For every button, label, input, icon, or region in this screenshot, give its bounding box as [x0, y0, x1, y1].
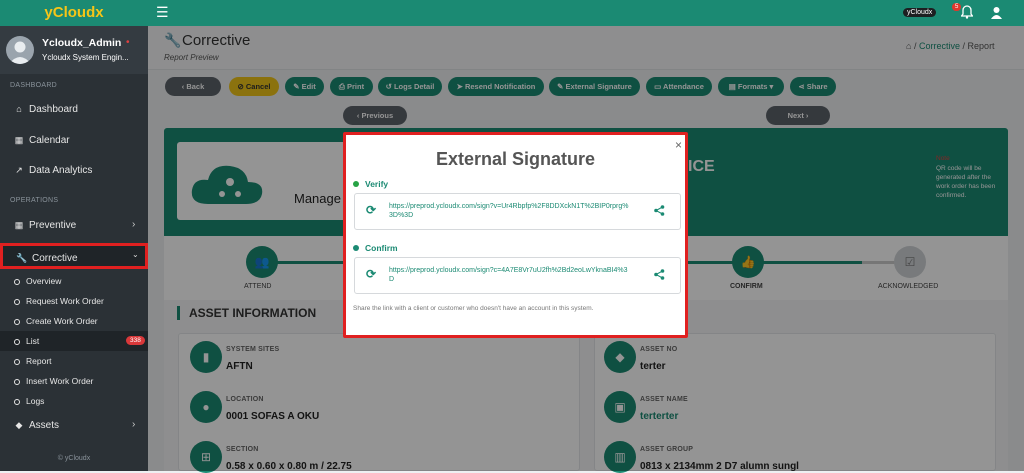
sidebar-item-assets[interactable]: ◆ Assets — [0, 413, 148, 437]
share-icon[interactable] — [654, 269, 665, 282]
sidebar-subitem-logs[interactable]: Logs — [0, 391, 148, 411]
top-bar — [148, 0, 1024, 26]
calendar-icon: ▦ — [14, 135, 24, 145]
sidebar-item-corrective[interactable]: 🔧 Corrective — [0, 243, 148, 269]
sidebar-section-dashboard: DASHBOARD — [10, 82, 58, 89]
sidebar-subitem-insert-work-order[interactable]: Insert Work Order — [0, 371, 148, 391]
external-signature-modal: × External Signature Verify ⟳ https://pr… — [343, 132, 688, 338]
refresh-icon[interactable]: ⟳ — [366, 203, 376, 217]
confirm-link[interactable]: https://preprod.ycloudx.com/sign?c=4A7E8… — [389, 266, 629, 284]
verify-status-dot — [353, 181, 359, 187]
brand-logo[interactable]: yCloudx — [0, 0, 148, 26]
menu-toggle-icon[interactable]: ☰ — [156, 5, 169, 19]
modal-title: External Signature — [435, 149, 596, 169]
home-icon: ⌂ — [16, 104, 22, 114]
sidebar-footer: © yCloudx — [57, 455, 91, 462]
tag-icon: ◆ — [15, 420, 23, 430]
sidebar-section-operations: OPERATIONS — [10, 197, 59, 204]
chevron-down-icon: ⌄ — [132, 250, 139, 259]
verify-label: Verify — [365, 179, 389, 189]
share-icon[interactable] — [654, 205, 665, 218]
sidebar-subitem-overview[interactable]: Overview — [0, 271, 148, 291]
bell-icon[interactable] — [960, 5, 974, 21]
refresh-icon[interactable]: ⟳ — [366, 267, 376, 281]
confirm-label: Confirm — [365, 243, 398, 253]
wrench-icon: 🔧 — [16, 253, 28, 263]
chevron-right-icon: › — [132, 419, 136, 430]
user-icon[interactable] — [991, 6, 1002, 21]
user-name: Ycloudx_Admin — [42, 37, 122, 49]
account-chip[interactable]: yCloudx — [903, 8, 937, 17]
online-status-icon: • — [126, 37, 130, 48]
list-count-badge: 338 — [126, 336, 145, 345]
verify-link[interactable]: https://preprod.ycloudx.com/sign?v=Ur4Rb… — [389, 202, 629, 220]
chart-icon: ↗ — [15, 165, 23, 175]
sidebar-item-preventive[interactable]: ▦ Preventive — [0, 213, 148, 237]
sidebar-subitem-create-work-order[interactable]: Create Work Order — [0, 311, 148, 331]
chevron-right-icon: › — [132, 219, 136, 230]
sidebar-item-dashboard[interactable]: ⌂ Dashboard — [0, 97, 148, 121]
confirm-status-dot — [353, 245, 359, 251]
calendar-icon: ▦ — [14, 220, 24, 230]
avatar[interactable] — [6, 36, 34, 64]
sidebar-subitem-request-work-order[interactable]: Request Work Order — [0, 291, 148, 311]
user-role: Ycloudx System Engin... — [42, 53, 129, 62]
sidebar-subitem-report[interactable]: Report — [0, 351, 148, 371]
sidebar-item-data-analytics[interactable]: ↗ Data Analytics — [0, 158, 148, 182]
modal-note: Share the link with a client or customer… — [353, 305, 594, 312]
sidebar-item-calendar[interactable]: ▦ Calendar — [0, 128, 148, 152]
